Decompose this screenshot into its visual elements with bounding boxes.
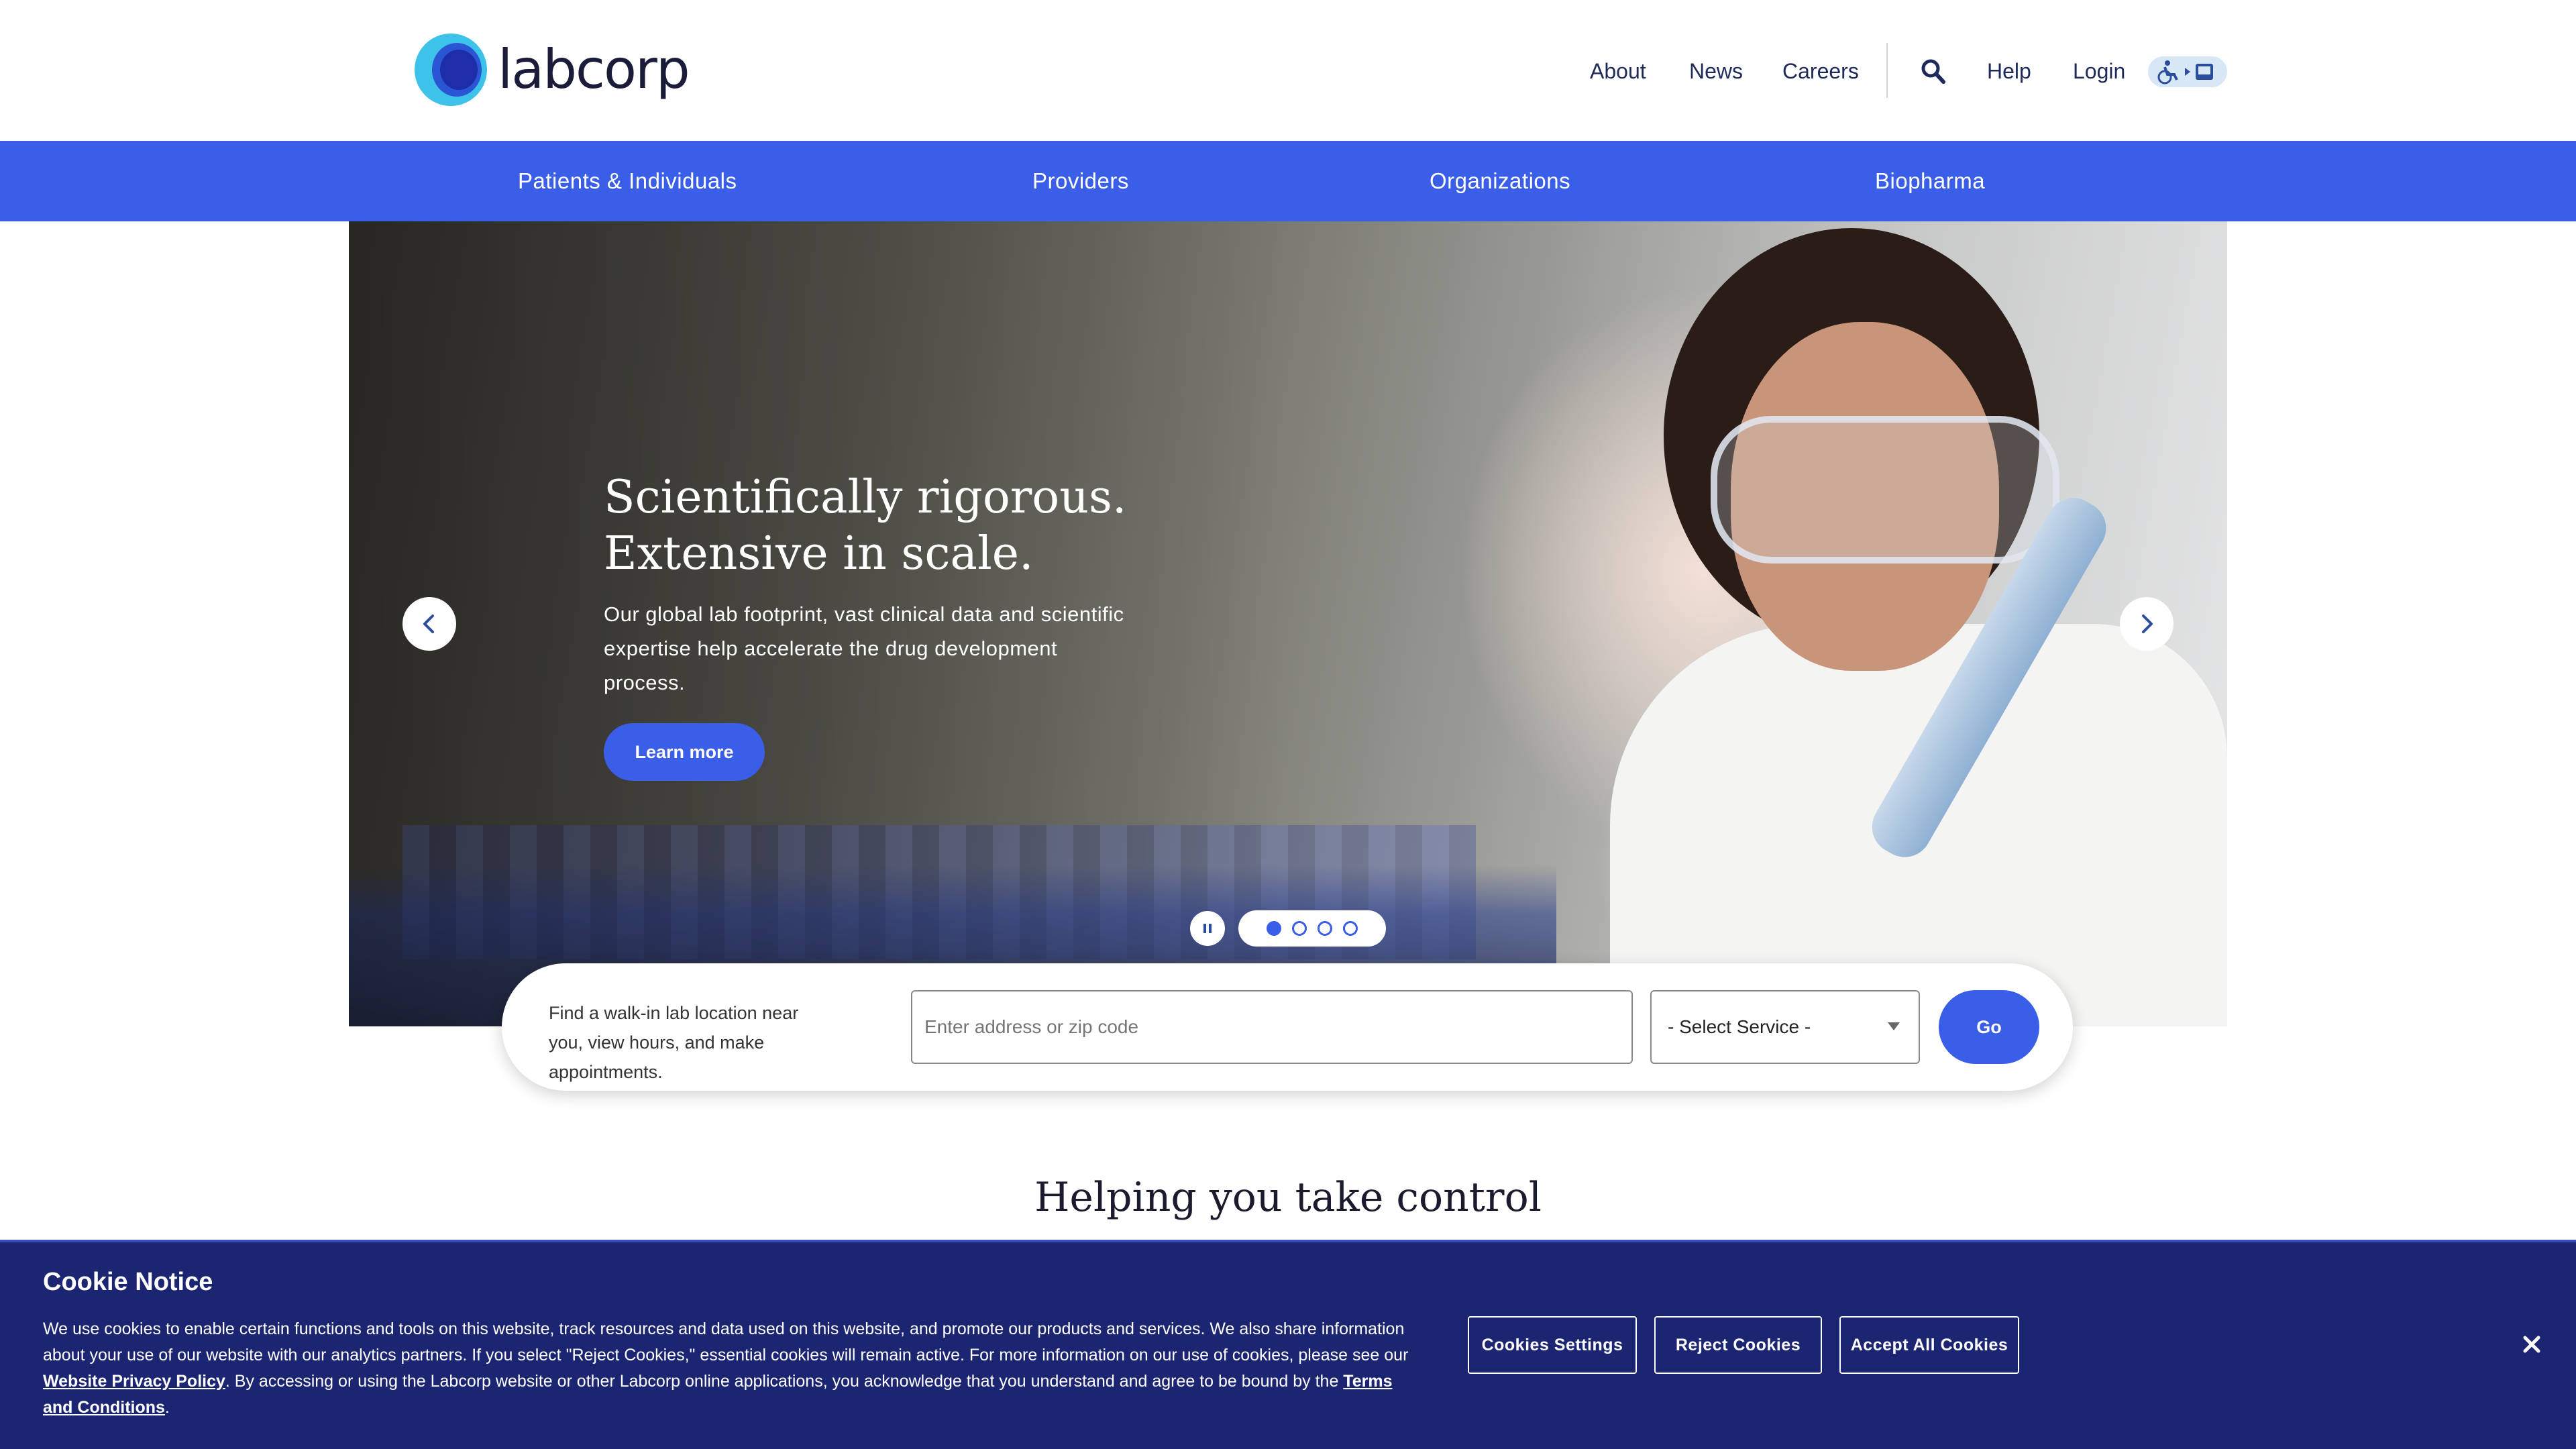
cookies-settings-button[interactable]: Cookies Settings xyxy=(1468,1316,1637,1374)
learn-more-button[interactable]: Learn more xyxy=(604,723,765,781)
site-header: labcorp About News Careers Help Login xyxy=(0,0,2576,141)
hero-description: Our global lab footprint, vast clinical … xyxy=(604,602,1124,694)
nav-biopharma[interactable]: Biopharma xyxy=(1875,141,1985,221)
carousel-dot-1[interactable] xyxy=(1267,921,1281,936)
caret-down-icon xyxy=(1888,1022,1900,1030)
address-input[interactable] xyxy=(911,990,1633,1064)
cookie-banner: Cookie Notice We use cookies to enable c… xyxy=(0,1240,2576,1449)
carousel-prev-button[interactable] xyxy=(402,597,456,651)
nav-patients[interactable]: Patients & Individuals xyxy=(518,141,737,221)
hero-title-line2: Extensive in scale. xyxy=(604,527,1034,580)
nav-link-careers[interactable]: Careers xyxy=(1782,51,1859,91)
carousel-pause-button[interactable] xyxy=(1190,911,1225,946)
locator-description: Find a walk-in lab location near you, vi… xyxy=(549,1003,799,1082)
carousel-indicators xyxy=(1238,910,1386,947)
nav-link-news[interactable]: News xyxy=(1689,51,1743,91)
section-title: Helping you take control xyxy=(1034,1174,1542,1221)
search-icon[interactable] xyxy=(1920,56,1947,86)
hero-title: Scientifically rigorous. Extensive in sc… xyxy=(604,470,1140,582)
hero-image-goggles xyxy=(1711,416,2059,564)
main-nav: Patients & Individuals Providers Organiz… xyxy=(0,141,2576,221)
cookie-body-text-2: . By accessing or using the Labcorp webs… xyxy=(225,1372,1344,1391)
carousel-dot-2[interactable] xyxy=(1292,921,1307,936)
accept-cookies-button[interactable]: Accept All Cookies xyxy=(1839,1316,2019,1374)
carousel-next-button[interactable] xyxy=(2120,597,2174,651)
hero-text: Scientifically rigorous. Extensive in sc… xyxy=(604,470,1140,700)
hero-title-line1: Scientifically rigorous. xyxy=(604,471,1127,524)
carousel-dot-4[interactable] xyxy=(1343,921,1358,936)
accessibility-icon[interactable] xyxy=(2148,56,2227,87)
utility-divider xyxy=(1886,43,1888,98)
cookie-body-text-3: . xyxy=(164,1398,170,1417)
service-select-value: - Select Service - xyxy=(1668,1016,1811,1037)
service-select[interactable]: - Select Service - xyxy=(1650,990,1920,1064)
cookie-body-text-1: We use cookies to enable certain functio… xyxy=(43,1320,1409,1364)
close-icon[interactable] xyxy=(2512,1324,2552,1364)
nav-providers[interactable]: Providers xyxy=(1032,141,1129,221)
chevron-right-icon xyxy=(2142,614,2153,633)
cookie-title: Cookie Notice xyxy=(43,1268,213,1296)
nav-link-help[interactable]: Help xyxy=(1987,51,2031,91)
carousel-dot-3[interactable] xyxy=(1318,921,1332,936)
cookie-body: We use cookies to enable certain functio… xyxy=(43,1316,1425,1421)
go-button[interactable]: Go xyxy=(1939,990,2039,1064)
privacy-policy-link[interactable]: Website Privacy Policy xyxy=(43,1372,225,1391)
hero-carousel: Scientifically rigorous. Extensive in sc… xyxy=(349,221,2227,1026)
nav-organizations[interactable]: Organizations xyxy=(1430,141,1570,221)
nav-link-about[interactable]: About xyxy=(1590,51,1646,91)
nav-link-login[interactable]: Login xyxy=(2073,51,2125,91)
pause-icon xyxy=(1203,924,1212,933)
lab-locator: Find a walk-in lab location near you, vi… xyxy=(502,963,2073,1091)
reject-cookies-button[interactable]: Reject Cookies xyxy=(1654,1316,1822,1374)
chevron-left-icon xyxy=(423,614,434,633)
